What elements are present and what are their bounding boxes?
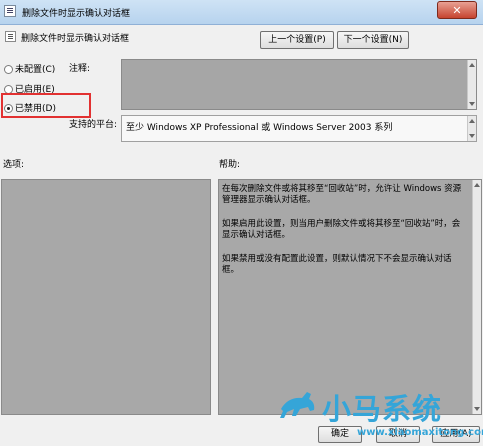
window-title: 删除文件时显示确认对话框 [22,9,131,19]
comment-label: 注释: [69,64,91,74]
scroll-up-icon[interactable] [474,183,480,187]
next-setting-button[interactable]: 下一个设置(N) [337,31,409,49]
scroll-down-icon[interactable] [474,407,480,411]
comment-textarea[interactable] [121,59,477,110]
help-panel: 在每次删除文件或将其移至“回收站”时，允许让 Windows 资源管理器显示确认… [218,179,482,415]
supported-platform-box: 至少 Windows XP Professional 或 Windows Ser… [121,115,477,142]
previous-setting-button[interactable]: 上一个设置(P) [260,31,334,49]
radio-label: 未配置(C) [15,65,56,75]
help-label: 帮助: [219,160,241,170]
radio-not-configured[interactable]: 未配置(C) [4,62,55,75]
comment-scrollbar[interactable] [467,60,476,109]
ok-button[interactable]: 确定 [318,426,362,443]
platform-scrollbar[interactable] [467,116,476,141]
supported-platform-label: 支持的平台: [69,120,118,130]
setting-name: 删除文件时显示确认对话框 [21,34,130,44]
horse-logo-icon [280,392,315,418]
help-paragraph: 如果禁用或没有配置此设置，则默认情况下不会显示确认对话框。 [222,254,452,275]
scroll-down-icon[interactable] [469,134,475,138]
help-scrollbar[interactable] [472,180,481,414]
watermark-url: www.xiaomaxitong.com [357,427,483,438]
scroll-up-icon[interactable] [469,119,475,123]
policy-window-icon [4,5,16,17]
close-button[interactable]: ✕ [437,1,477,19]
supported-platform-value: 至少 Windows XP Professional 或 Windows Ser… [126,123,393,133]
options-panel [1,179,211,415]
scroll-down-icon[interactable] [469,102,475,106]
setting-icon [5,31,16,42]
help-paragraph: 如果启用此设置，则当用户删除文件或将其移至“回收站”时，会显示确认对话框。 [222,219,461,240]
scroll-up-icon[interactable] [469,63,475,67]
watermark-brand: 小马系统 [322,392,443,426]
selection-highlight-box [1,93,91,118]
title-bar: 删除文件时显示确认对话框 ✕ [0,0,483,25]
help-paragraph: 在每次删除文件或将其移至“回收站”时，允许让 Windows 资源管理器显示确认… [222,184,462,205]
options-label: 选项: [3,160,25,170]
radio-button-icon [4,65,13,74]
